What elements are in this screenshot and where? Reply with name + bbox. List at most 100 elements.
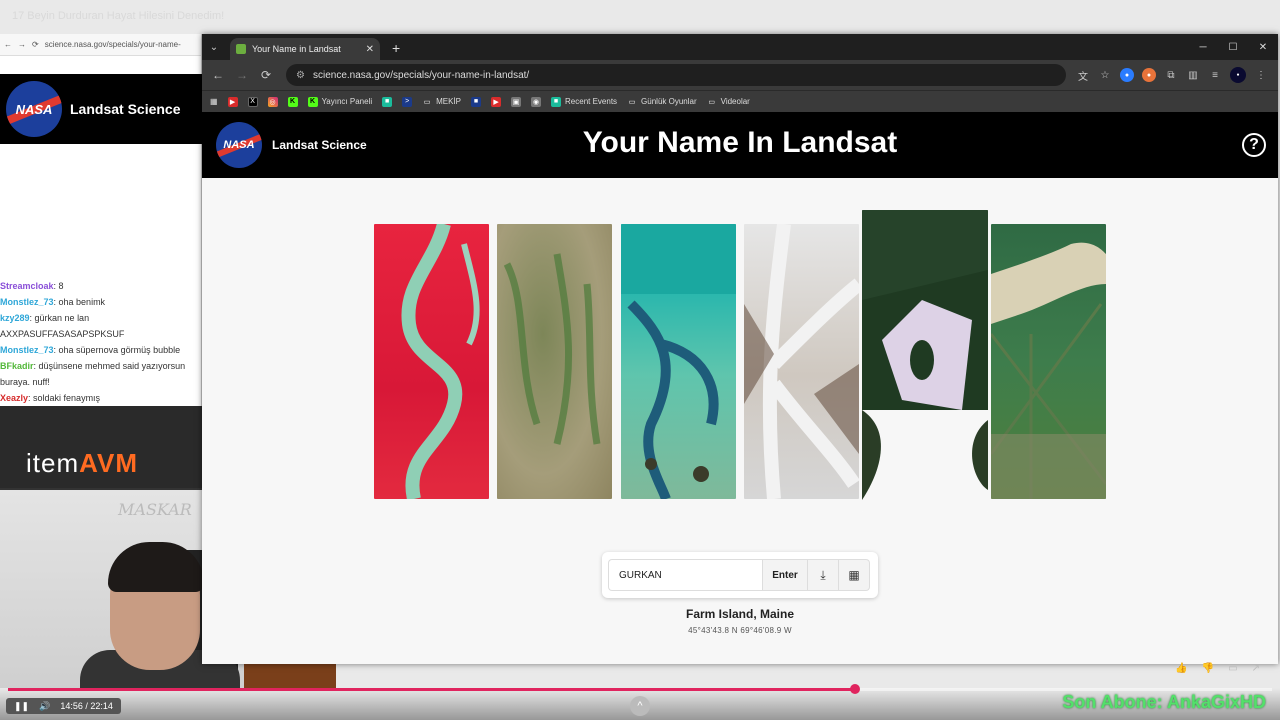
reload-button[interactable]: ⟳ [256, 65, 276, 85]
site-brand[interactable]: NASA Landsat Science [202, 122, 367, 168]
name-input[interactable] [608, 559, 762, 591]
tab-your-name-in-landsat[interactable]: Your Name in Landsat ✕ [230, 38, 380, 60]
video-progress-bar[interactable] [8, 684, 1272, 694]
stream-chat: Streamcloak: 8 Monstlez_73: oha benimk kzy… [0, 278, 202, 406]
landsat-letter-a-image[interactable] [862, 210, 988, 512]
bookmark-item[interactable]: ▭ Videolar [707, 97, 750, 107]
menu-kebab-icon[interactable]: ⋮ [1254, 68, 1268, 82]
chat-username: Xeazly [0, 393, 29, 403]
minimize-icon[interactable]: ─ [1188, 34, 1218, 60]
bookmark-item[interactable]: K Yayıncı Paneli [307, 96, 372, 107]
landsat-letter-r-image[interactable] [621, 224, 736, 499]
landsat-letter-images [374, 210, 1114, 512]
bookmark-label: Videolar [720, 97, 750, 106]
bookmark-item[interactable]: K [287, 96, 298, 107]
profile-avatar[interactable]: ● [1230, 67, 1246, 83]
browser-toolbar: ← → ⟳ ⚙ science.nasa.gov/specials/your-n… [202, 60, 1278, 90]
bookmark-item[interactable]: ▭ MEKİP [422, 97, 461, 107]
chat-text: : oha süpernova görmüş bubble [53, 345, 181, 355]
bookmark-item[interactable]: ◉ [531, 96, 542, 107]
tab-search-button[interactable]: ⌄ [202, 34, 226, 60]
background-url: science.nasa.gov/specials/your-name- [44, 40, 181, 49]
folder-icon: ▭ [423, 98, 431, 106]
chat-username: kzy289 [0, 313, 30, 323]
share-icon[interactable]: ↗ [1252, 663, 1260, 674]
like-icon[interactable]: 👍 [1175, 663, 1187, 674]
download-icon: ⤓ [820, 567, 826, 582]
bookmark-item[interactable]: ▶ [491, 96, 502, 107]
close-window-icon[interactable]: ✕ [1248, 34, 1278, 60]
comment-icon[interactable]: ▭ [1228, 663, 1237, 674]
bookmark-item[interactable]: ◎ [267, 96, 278, 107]
side-panel-icon[interactable]: ▥ [1186, 68, 1200, 82]
landsat-favicon-icon [236, 44, 246, 54]
toolbar-actions: 文 ☆ ● ● ⧉ ▥ ≡ ● ⋮ [1076, 67, 1268, 83]
bookmark-item[interactable]: ▶ [227, 96, 238, 107]
site-brand-text: Landsat Science [272, 138, 367, 152]
chevron-up-icon[interactable]: ^ [630, 696, 650, 716]
extension-icon[interactable]: ● [1120, 68, 1134, 82]
youtube-icon: ▶ [227, 96, 238, 107]
bookmark-item[interactable]: ▭ Günlük Oyunlar [627, 97, 697, 107]
landsat-letter-n-image[interactable] [991, 224, 1106, 499]
video-action-icons: 👍 👎 ▭ ↗ [1175, 663, 1260, 674]
enter-button[interactable]: Enter [762, 559, 808, 591]
back-button[interactable]: ← [208, 65, 228, 85]
app-icon: ■ [471, 96, 482, 107]
help-button[interactable]: ? [1242, 133, 1266, 157]
image-icon: ▣ [511, 96, 522, 107]
grid-icon: ▦ [848, 568, 860, 582]
chat-message: Monstlez_73: oha benimk [0, 294, 202, 310]
forward-button[interactable]: → [232, 65, 252, 85]
bookmark-star-icon[interactable]: ☆ [1098, 68, 1112, 82]
maximize-icon[interactable]: ☐ [1218, 34, 1248, 60]
download-button[interactable]: ⤓ [808, 559, 839, 591]
chat-text: : oha benimk [53, 297, 106, 307]
close-tab-icon[interactable]: ✕ [366, 44, 374, 55]
dislike-icon[interactable]: 👎 [1202, 663, 1214, 674]
nasa-logo-icon[interactable]: NASA [216, 122, 262, 168]
sponsor-brand: itemAVM [26, 448, 138, 478]
landsat-letter-k-image[interactable] [744, 224, 859, 499]
pause-icon[interactable]: ❚❚ [14, 701, 29, 712]
translate-icon[interactable]: 文 [1076, 68, 1090, 83]
landsat-letter-g-image[interactable] [374, 224, 489, 499]
video-time: 14:56 / 22:14 [60, 701, 113, 711]
bookmark-item[interactable]: ■ [471, 96, 482, 107]
chat-message: Streamcloak: 8 [0, 278, 202, 294]
extensions-puzzle-icon[interactable]: ⧉ [1164, 68, 1178, 82]
landsat-letter-u-image[interactable] [497, 224, 612, 499]
tab-bar: ⌄ Your Name in Landsat ✕ + ─ ☐ ✕ [202, 34, 1278, 60]
bookmark-item[interactable]: ■ Recent Events [551, 96, 617, 107]
background-site-header: NASA Landsat Science [0, 74, 202, 144]
forward-icon: → [18, 40, 26, 49]
bookmark-item[interactable]: > [402, 96, 413, 107]
video-controls: ❚❚ 🔊 14:56 / 22:14 [6, 698, 121, 714]
tab-title: Your Name in Landsat [252, 44, 341, 54]
app-icon: ■ [382, 96, 393, 107]
bookmark-item[interactable]: X [247, 96, 258, 107]
back-icon: ← [4, 40, 12, 49]
extension-icon[interactable]: ● [1142, 68, 1156, 82]
subscriber-overlay: Son Abone: AnkaGixHD [1062, 692, 1266, 712]
sponsor-banner: itemAVM [0, 406, 202, 488]
chat-username: BFkadir [0, 361, 34, 371]
share-button[interactable]: ▦ [839, 559, 870, 591]
apps-grid-icon[interactable]: ▦ [210, 97, 218, 106]
bookmark-label: Günlük Oyunlar [641, 97, 697, 106]
kick-icon: K [307, 96, 318, 107]
new-tab-button[interactable]: + [392, 40, 400, 56]
chat-message: BFkadir: düşünsene mehmed said yazıyorsu… [0, 358, 202, 390]
bookmark-item[interactable]: ▣ [511, 96, 522, 107]
folder-icon: ▭ [708, 98, 715, 106]
main-content: Enter ⤓ ▦ Farm Island, Maine 45°43'43.8 … [202, 180, 1278, 664]
address-bar[interactable]: ⚙ science.nasa.gov/specials/your-name-in… [286, 64, 1066, 86]
media-control-icon[interactable]: ≡ [1208, 68, 1222, 82]
site-info-icon[interactable]: ⚙ [296, 70, 305, 81]
kick-icon: K [287, 96, 298, 107]
volume-icon[interactable]: 🔊 [39, 701, 50, 712]
reload-icon: ⟳ [32, 40, 39, 49]
progress-knob[interactable] [849, 684, 860, 694]
url-text: science.nasa.gov/specials/your-name-in-l… [312, 69, 530, 81]
bookmark-item[interactable]: ■ [382, 96, 393, 107]
